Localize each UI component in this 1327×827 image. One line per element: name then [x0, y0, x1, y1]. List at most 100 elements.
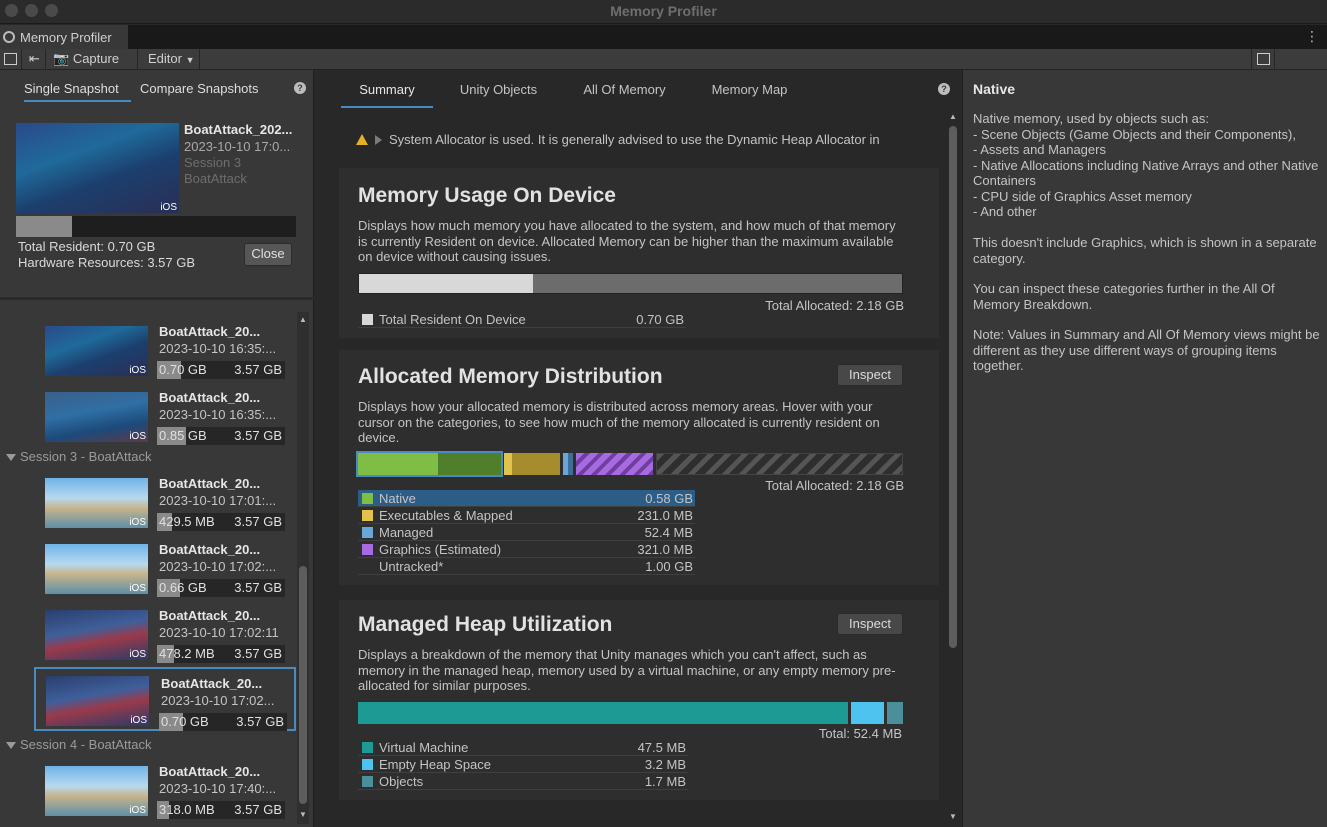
managed-heap-bar[interactable]: [358, 702, 903, 724]
tab-summary[interactable]: Summary: [341, 82, 433, 108]
resident-value: 318.0 MB: [159, 802, 215, 817]
tab-unity-objects[interactable]: Unity Objects: [455, 82, 542, 108]
close-snapshot-button[interactable]: Close: [244, 243, 292, 266]
snapshot-list-item[interactable]: iOS BoatAttack_20... 2023-10-10 16:35:... 0…: [0, 317, 296, 381]
legend-label: Graphics (Estimated): [379, 542, 502, 557]
snapshot-list-item[interactable]: iOS BoatAttack_20... 2023-10-10 17:02:... 0…: [0, 535, 296, 599]
legend-value: 3.2 MB: [644, 757, 686, 772]
sidebar-icon: [4, 53, 17, 65]
scroll-down-icon[interactable]: ▼: [299, 810, 307, 819]
toggle-sidebar-button[interactable]: [0, 49, 22, 69]
expand-arrow-icon[interactable]: [375, 135, 382, 145]
tab-all-of-memory[interactable]: All Of Memory: [577, 82, 672, 108]
ios-platform-label: iOS: [129, 431, 146, 442]
editor-target-dropdown[interactable]: Editor ▼: [143, 49, 200, 69]
snapshot-list-item-selected[interactable]: iOS BoatAttack_20... 2023-10-10 17:02... 0.…: [34, 667, 296, 731]
scroll-up-icon[interactable]: ▲: [949, 112, 957, 121]
heap-total: Total: 52.4 MB: [818, 726, 902, 741]
resident-value: 0.70 GB: [161, 714, 209, 729]
inspect-distribution-button[interactable]: Inspect: [837, 364, 903, 386]
more-options-icon[interactable]: ⋮: [1305, 29, 1319, 43]
snapshot-item-name: BoatAttack_20...: [159, 324, 261, 339]
legend-swatch: [362, 742, 373, 753]
help-icon[interactable]: ?: [938, 83, 950, 95]
snapshot-list-scrollbar[interactable]: ▲ ▼: [297, 312, 309, 824]
memory-usage-bar[interactable]: [358, 273, 903, 294]
editor-tab-row: Memory Profiler ⋮: [0, 25, 1327, 49]
toggle-details-button[interactable]: [1251, 49, 1275, 69]
snapshot-project: BoatAttack: [184, 171, 247, 186]
summary-scrollbar[interactable]: ▲ ▼: [947, 112, 959, 827]
memory-usage-title: Memory Usage On Device: [358, 184, 616, 207]
snapshot-thumbnail: iOS: [45, 478, 148, 528]
total-resident-text: Total Resident: 0.70 GB: [18, 239, 156, 254]
tab-memory-map[interactable]: Memory Map: [706, 82, 793, 108]
legend-row[interactable]: Native 0.58 GB: [358, 490, 695, 507]
distribution-title: Allocated Memory Distribution: [358, 365, 663, 388]
session-header-4[interactable]: Session 4 - BoatAttack: [6, 737, 152, 752]
snapshot-thumbnail: iOS: [45, 326, 148, 376]
inspect-heap-button[interactable]: Inspect: [837, 613, 903, 635]
snapshot-list-item[interactable]: iOS BoatAttack_20... 2023-10-10 17:02:11 47…: [0, 601, 296, 665]
scroll-thumb[interactable]: [299, 566, 307, 804]
snapshot-item-date: 2023-10-10 17:02:11: [159, 625, 279, 640]
native-segment[interactable]: [356, 451, 503, 477]
capture-dropdown[interactable]: 📷 Capture ▼: [50, 49, 138, 85]
legend-value: 1.00 GB: [645, 559, 693, 574]
ios-platform-label: iOS: [160, 202, 177, 213]
legend-label: Empty Heap Space: [379, 757, 492, 772]
session-header-3[interactable]: Session 3 - BoatAttack: [6, 449, 152, 464]
graphics-segment[interactable]: [576, 453, 653, 475]
legend-row[interactable]: Total Resident On Device 0.70 GB: [358, 311, 686, 328]
legend-row[interactable]: Executables & Mapped 231.0 MB: [358, 507, 695, 524]
legend-swatch: [362, 527, 373, 538]
details-paragraph-4: Note: Values in Summary and All Of Memor…: [973, 327, 1320, 373]
legend-label: Objects: [379, 774, 424, 789]
legend-row[interactable]: Objects 1.7 MB: [358, 773, 688, 790]
snapshot-thumbnail: iOS: [45, 544, 148, 594]
snapshot-thumbnail: iOS: [45, 610, 148, 660]
legend-row[interactable]: Empty Heap Space 3.2 MB: [358, 756, 688, 773]
legend-value: 47.5 MB: [637, 740, 686, 755]
resident-progress-bar: [16, 216, 296, 237]
managed-segment[interactable]: [563, 453, 573, 475]
snapshot-list-item[interactable]: iOS BoatAttack_20... 2023-10-10 16:35:... 0…: [0, 383, 296, 447]
snapshot-item-name: BoatAttack_20...: [159, 390, 261, 405]
legend-label: Native: [379, 491, 416, 506]
tab-compare-snapshots[interactable]: Compare Snapshots: [140, 80, 259, 102]
scroll-thumb[interactable]: [949, 126, 957, 648]
snapshot-item-memory-bar: 429.5 MB 3.57 GB: [157, 513, 285, 531]
snapshot-item-memory-bar: 0.66 GB 3.57 GB: [157, 579, 285, 597]
managed-heap-title: Managed Heap Utilization: [358, 613, 613, 636]
tab-single-snapshot[interactable]: Single Snapshot: [24, 80, 131, 102]
allocator-warning: System Allocator is used. It is generall…: [389, 132, 880, 147]
ios-platform-label: iOS: [130, 715, 147, 726]
executables-segment[interactable]: [504, 453, 560, 475]
memory-profiler-window-tab[interactable]: Memory Profiler: [0, 25, 128, 49]
empty-heap-segment[interactable]: [851, 702, 884, 724]
legend-row[interactable]: Managed 52.4 MB: [358, 524, 695, 541]
snapshot-list-item[interactable]: iOS BoatAttack_20... 2023-10-10 17:01:... 4…: [0, 469, 296, 533]
untracked-segment[interactable]: [656, 453, 903, 475]
help-icon[interactable]: ?: [294, 82, 306, 94]
ios-platform-label: iOS: [129, 365, 146, 376]
distribution-total-allocated: Total Allocated: 2.18 GB: [765, 478, 904, 493]
details-paragraph-1: Native memory, used by objects such as: …: [973, 111, 1319, 219]
usage-total-allocated: Total Allocated: 2.18 GB: [765, 298, 904, 313]
legend-row[interactable]: Graphics (Estimated) 321.0 MB: [358, 541, 695, 558]
scroll-up-icon[interactable]: ▲: [299, 315, 307, 324]
legend-value: 0.58 GB: [645, 491, 693, 506]
legend-label: Executables & Mapped: [379, 508, 513, 523]
objects-segment[interactable]: [887, 702, 903, 724]
resident-bar-fill: [359, 274, 533, 293]
details-paragraph-3: You can inspect these categories further…: [973, 281, 1275, 312]
window-titlebar: Memory Profiler: [0, 0, 1327, 24]
snapshot-list-item[interactable]: iOS BoatAttack_20... 2023-10-10 17:40:... 3…: [0, 757, 296, 821]
legend-row[interactable]: Virtual Machine 47.5 MB: [358, 739, 688, 756]
legend-row[interactable]: Untracked* 1.00 GB: [358, 558, 695, 575]
scroll-down-icon[interactable]: ▼: [949, 812, 957, 821]
ios-platform-label: iOS: [129, 805, 146, 816]
virtual-machine-segment[interactable]: [358, 702, 848, 724]
distribution-bar[interactable]: [356, 451, 903, 477]
import-button[interactable]: ⇤: [24, 49, 46, 69]
